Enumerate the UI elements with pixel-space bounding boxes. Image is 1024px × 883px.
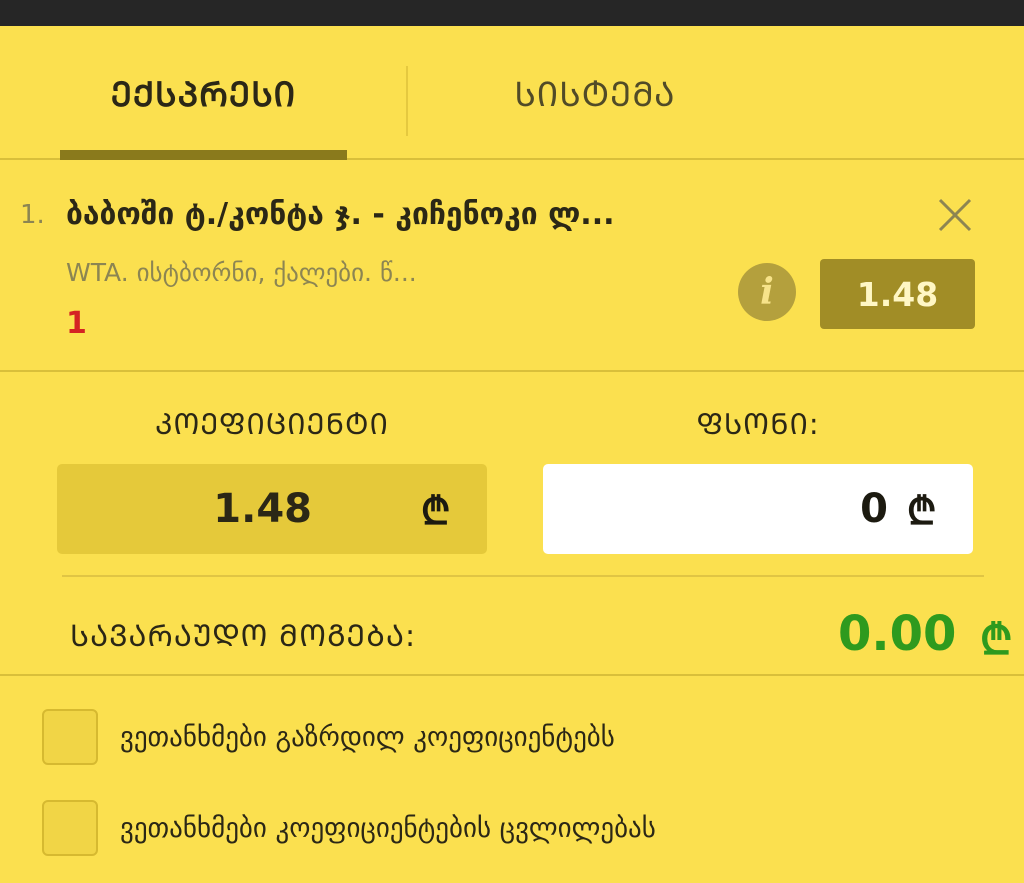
- coefficient-value: 1.48: [213, 486, 312, 532]
- tab-system[interactable]: ᲡᲘᲡᲢᲔᲛᲐ: [410, 26, 780, 160]
- stake-label: ᲤᲡᲝᲜᲘ:: [696, 407, 820, 441]
- close-icon[interactable]: [936, 196, 974, 234]
- tab-divider: [406, 66, 408, 136]
- info-icon[interactable]: i: [738, 263, 796, 321]
- accept-odds-change-label: ვეთანხმები კოეფიციენტების ცვლილებას: [120, 812, 656, 844]
- accept-odds-change-checkbox[interactable]: [42, 800, 98, 856]
- active-tab-indicator: [60, 150, 347, 160]
- odds-badge: 1.48: [820, 259, 975, 329]
- lari-currency-icon: ₾: [421, 489, 451, 533]
- tab-express[interactable]: ᲔᲥᲡᲞᲠᲔᲡᲘ: [40, 26, 367, 160]
- lari-currency-icon: ₾: [980, 615, 1013, 664]
- potential-win-value: 0.00: [838, 606, 957, 662]
- stake-value[interactable]: 0: [543, 464, 888, 554]
- accept-increased-odds-label: ვეთანხმები გაზრდილ კოეფიციენტებს: [120, 721, 615, 753]
- bet-event-title: ბაბოში ტ./კონტა ჯ. - კიჩენოკი ლ...: [66, 197, 615, 232]
- potential-win-label: ᲡᲐᲕᲐᲠᲐᲣᲓᲝ ᲛᲝᲒᲔᲑᲐ:: [70, 619, 417, 654]
- accept-increased-odds-checkbox[interactable]: [42, 709, 98, 765]
- bet-league: WTA. ისტბორნი, ქალები. წ...: [66, 258, 417, 287]
- bet-outcome: 1: [66, 306, 87, 341]
- divider: [62, 575, 984, 577]
- accept-odds-change-option[interactable]: ვეთანხმები კოეფიციენტების ცვლილებას: [42, 799, 1002, 857]
- stake-input[interactable]: 0 ₾: [543, 464, 973, 554]
- bet-type-tabs: ᲔᲥᲡᲞᲠᲔᲡᲘ ᲡᲘᲡᲢᲔᲛᲐ: [0, 26, 1024, 160]
- divider: [0, 674, 1024, 676]
- coefficient-label: ᲙᲝᲔᲤᲘᲪᲘᲔᲜᲢᲘ: [155, 407, 389, 441]
- bet-number: 1.: [20, 200, 45, 230]
- lari-currency-icon: ₾: [907, 489, 937, 533]
- status-bar: [0, 0, 1024, 26]
- accept-increased-odds-option[interactable]: ვეთანხმები გაზრდილ კოეფიციენტებს: [42, 708, 1002, 766]
- coefficient-field: 1.48 ₾: [57, 464, 487, 554]
